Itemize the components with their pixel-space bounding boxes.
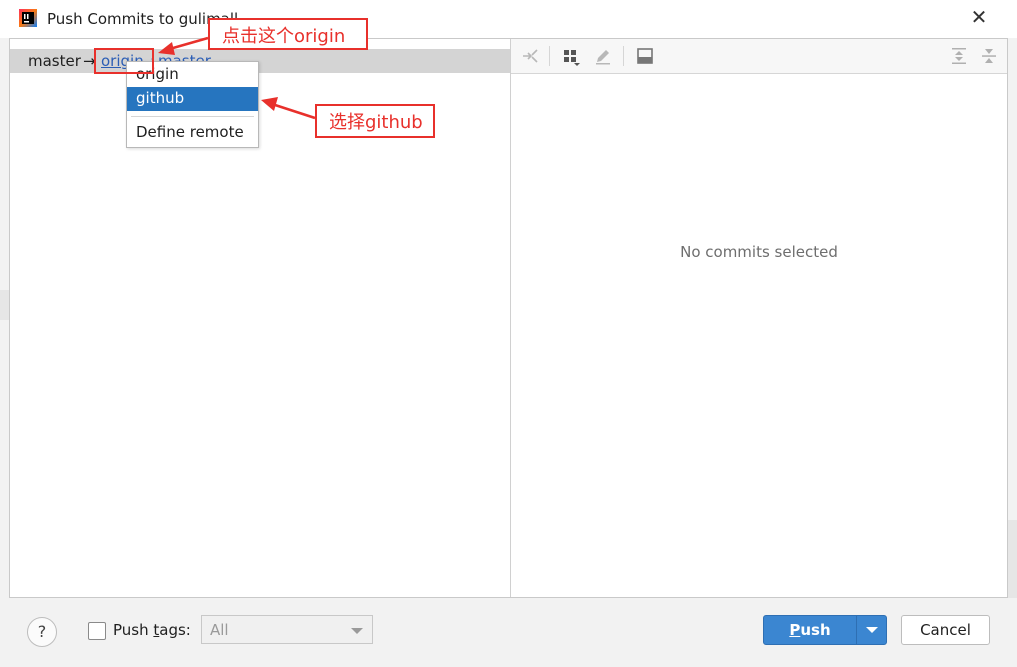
cancel-button[interactable]: Cancel bbox=[901, 615, 990, 645]
collapse-all-icon[interactable] bbox=[979, 46, 999, 66]
commits-tree-pane: master → origin : master bbox=[10, 39, 511, 597]
push-label-rest: ush bbox=[800, 621, 831, 639]
title-bar: Push Commits to gulimall ✕ bbox=[0, 0, 1017, 38]
details-toolbar bbox=[511, 39, 1007, 74]
annotation-text: 选择github bbox=[329, 112, 423, 133]
push-options-dropdown[interactable] bbox=[856, 615, 887, 645]
annotation-click-origin: 点击这个origin bbox=[208, 18, 368, 50]
tags-select-value: All bbox=[210, 621, 229, 639]
menu-item-github[interactable]: github bbox=[127, 87, 258, 111]
push-tags-label-pre: Push bbox=[113, 621, 154, 639]
background-strip bbox=[1008, 520, 1017, 600]
menu-item-define-remote[interactable]: Define remote bbox=[127, 121, 258, 145]
menu-item-label: github bbox=[136, 89, 185, 107]
push-tags-label-post: ags: bbox=[159, 621, 191, 639]
pin-icon[interactable] bbox=[520, 46, 540, 66]
tags-select[interactable]: All bbox=[201, 615, 373, 644]
group-icon[interactable] bbox=[561, 46, 581, 66]
push-mnemonic: P bbox=[789, 621, 801, 639]
push-button[interactable]: Push bbox=[763, 615, 857, 645]
chevron-down-icon bbox=[866, 627, 878, 633]
annotation-choose-github: 选择github bbox=[315, 104, 435, 138]
push-tags-label: Push tags: bbox=[113, 621, 191, 639]
background-strip bbox=[0, 290, 9, 320]
commit-details-pane: No commits selected bbox=[511, 39, 1007, 597]
push-commits-dialog: Push Commits to gulimall ✕ master → orig… bbox=[0, 0, 1017, 667]
edit-icon[interactable] bbox=[593, 46, 613, 66]
help-button[interactable]: ? bbox=[27, 617, 57, 647]
push-tags-checkbox[interactable] bbox=[88, 622, 106, 640]
annotation-text: 点击这个origin bbox=[222, 26, 346, 47]
intellij-icon bbox=[19, 9, 37, 27]
origin-highlight-box bbox=[94, 48, 154, 74]
local-branch-label: master bbox=[28, 52, 81, 70]
preview-icon[interactable] bbox=[635, 46, 655, 66]
chevron-down-icon bbox=[351, 628, 363, 634]
branch-row[interactable]: master → origin : master bbox=[10, 49, 510, 73]
menu-divider bbox=[131, 116, 254, 117]
remote-popup-menu: origin github Define remote bbox=[126, 61, 259, 148]
no-commits-message: No commits selected bbox=[680, 243, 838, 261]
toolbar-separator bbox=[623, 46, 624, 66]
toolbar-separator bbox=[549, 46, 550, 66]
menu-item-label: Define remote bbox=[136, 123, 244, 141]
expand-all-icon[interactable] bbox=[949, 46, 969, 66]
close-icon[interactable]: ✕ bbox=[968, 6, 990, 28]
